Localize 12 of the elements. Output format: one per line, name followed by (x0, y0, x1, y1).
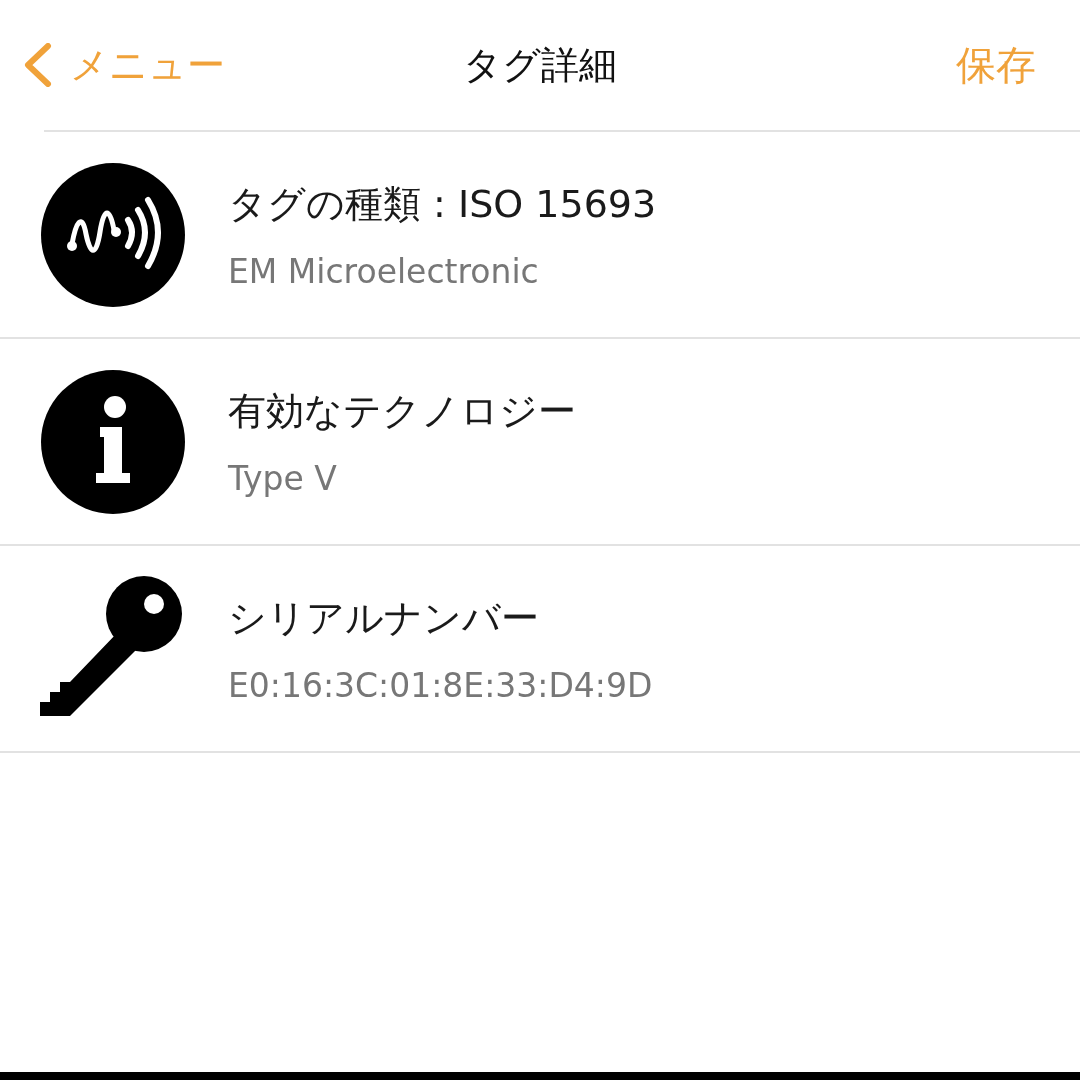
screen-title: タグ詳細 (463, 42, 617, 87)
info-icon (40, 368, 186, 515)
row-value: E0:16:3C:01:8E:33:D4:9D (228, 665, 653, 705)
row-title: タグの種類 : ISO 15693 (228, 180, 657, 228)
back-button[interactable]: メニュー (22, 39, 225, 91)
row-title: 有効なテクノロジー (228, 387, 576, 435)
nfc-icon (40, 161, 186, 308)
row-title: シリアルナンバー (228, 594, 540, 642)
save-button[interactable]: 保存 (956, 37, 1036, 93)
row-value: Type V (228, 458, 338, 498)
chevron-left-icon (22, 43, 52, 87)
row-value: EM Microelectronic (228, 251, 540, 291)
